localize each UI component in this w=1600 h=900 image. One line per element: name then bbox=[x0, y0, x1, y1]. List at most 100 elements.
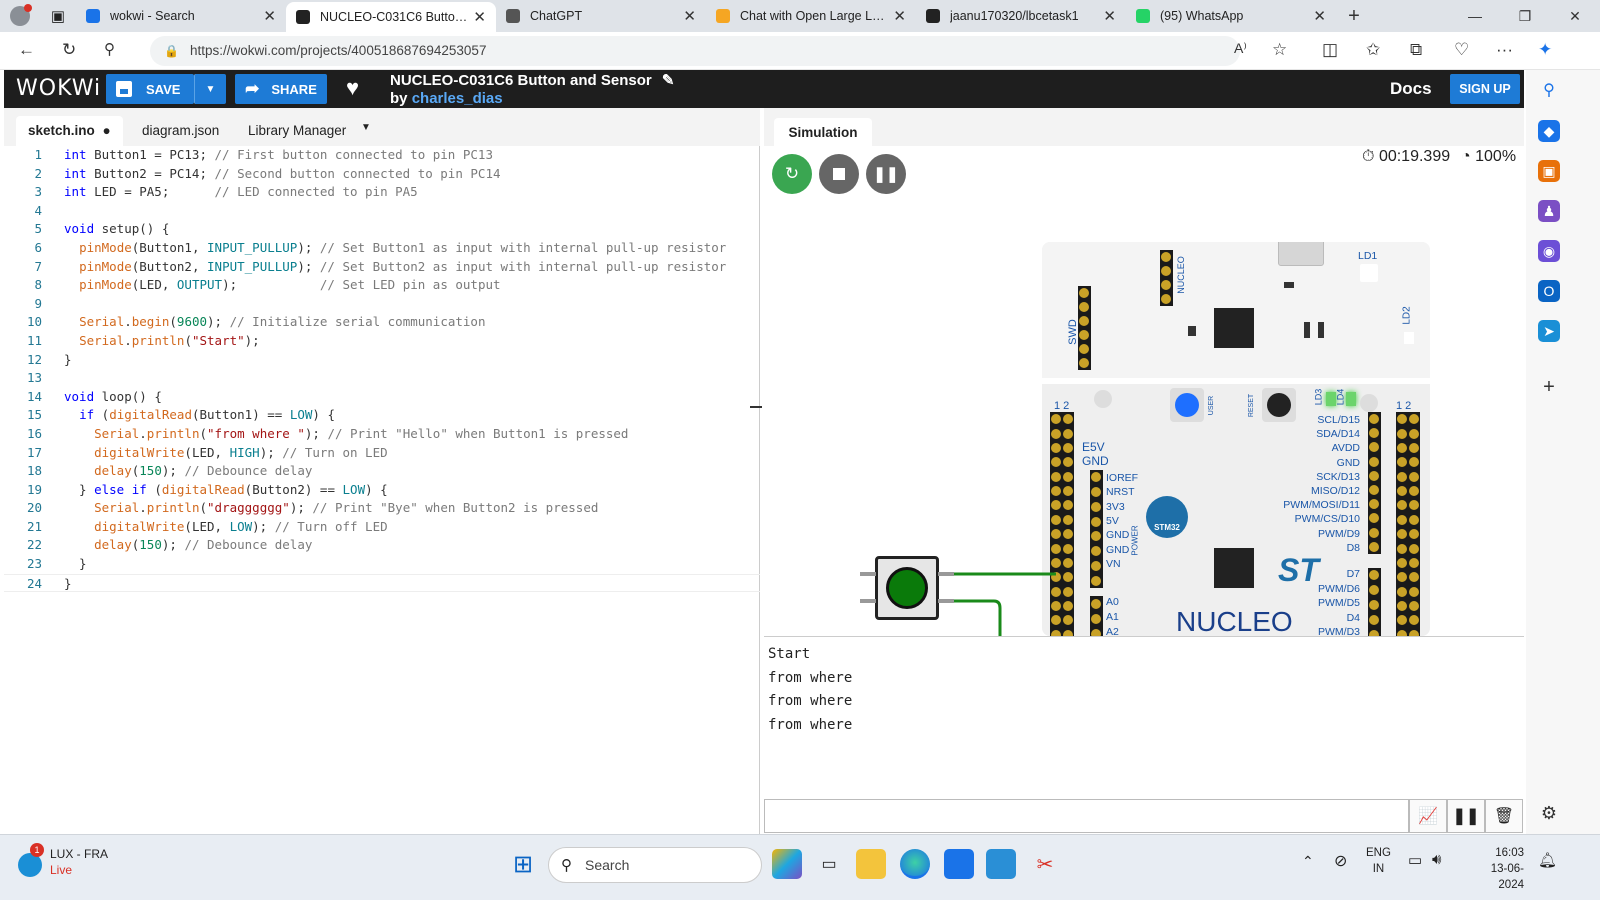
code-line[interactable]: 7 pinMode(Button2, INPUT_PULLUP); // Set… bbox=[4, 258, 760, 277]
read-aloud-icon[interactable]: A⁾ bbox=[1234, 40, 1247, 57]
user-button[interactable] bbox=[1170, 388, 1204, 422]
code-line[interactable]: 6 pinMode(Button1, INPUT_PULLUP); // Set… bbox=[4, 239, 760, 258]
copilot-icon[interactable]: ✦ bbox=[1538, 40, 1552, 60]
close-tab-icon[interactable]: ✕ bbox=[683, 7, 696, 25]
serial-clear-button[interactable]: 🗑 bbox=[1485, 799, 1523, 833]
code-line[interactable]: 9 bbox=[4, 295, 760, 314]
split-screen-icon[interactable]: ◫ bbox=[1322, 40, 1338, 60]
favorites-icon[interactable]: ✩ bbox=[1366, 40, 1380, 60]
close-tab-icon[interactable]: ✕ bbox=[263, 7, 276, 25]
restore-icon[interactable]: ❐ bbox=[1500, 8, 1550, 25]
file-explorer-icon[interactable] bbox=[856, 849, 886, 879]
author-link[interactable]: charles_dias bbox=[412, 90, 503, 107]
minimize-icon[interactable]: — bbox=[1450, 8, 1500, 24]
code-line[interactable]: 2 int Button2 = PC14; // Second button co… bbox=[4, 165, 760, 184]
pause-button[interactable]: ❚❚ bbox=[866, 154, 906, 194]
heart-icon[interactable]: ♥ bbox=[346, 75, 359, 101]
sidebar-office-icon[interactable]: ◉ bbox=[1538, 240, 1560, 262]
copilot-taskbar-icon[interactable] bbox=[772, 849, 802, 879]
browser-tab[interactable]: jaanu170320/lbcetask1 ✕ bbox=[916, 0, 1126, 32]
sidebar-send-icon[interactable]: ➤ bbox=[1538, 320, 1560, 342]
collections-icon[interactable]: ⧉ bbox=[1410, 40, 1422, 60]
snipping-tool-icon[interactable]: ✂ bbox=[1030, 849, 1060, 879]
notification-bell-icon[interactable]: 🔔︎ bbox=[1538, 851, 1557, 869]
close-tab-icon[interactable]: ✕ bbox=[893, 7, 906, 25]
sidebar-outlook-icon[interactable]: O bbox=[1538, 280, 1560, 302]
nucleo-board[interactable]: LD1 LD2 SWD NUCLEO USER RESET LD3 LD4 1 … bbox=[1042, 242, 1430, 636]
code-line[interactable]: 11 Serial.println("Start"); bbox=[4, 332, 760, 351]
store-icon[interactable] bbox=[944, 849, 974, 879]
sidebar-shopping-icon[interactable]: ◆ bbox=[1538, 120, 1560, 142]
start-button[interactable]: ⊞ bbox=[508, 849, 538, 879]
close-tab-icon[interactable]: ✕ bbox=[473, 8, 486, 26]
editor-tabs-dropdown-icon[interactable]: ▼ bbox=[361, 122, 371, 133]
notepad-icon[interactable] bbox=[986, 849, 1016, 879]
back-icon[interactable]: ← bbox=[18, 40, 35, 60]
code-line[interactable]: 5 void setup() { bbox=[4, 220, 760, 239]
sidebar-settings-icon[interactable]: ⚙ bbox=[1538, 802, 1560, 824]
share-button[interactable]: ➦ SHARE bbox=[235, 74, 327, 104]
tab-actions-icon[interactable]: ▣ bbox=[40, 7, 76, 25]
save-button[interactable]: SAVE bbox=[106, 74, 194, 104]
taskbar-search[interactable]: ⚲ Search bbox=[548, 847, 762, 883]
pushbutton-cap[interactable] bbox=[886, 567, 928, 609]
close-window-icon[interactable]: ✕ bbox=[1550, 8, 1600, 25]
signup-button[interactable]: SIGN UP bbox=[1450, 74, 1520, 104]
tray-chevron-icon[interactable]: ⌃ bbox=[1302, 853, 1314, 870]
sidebar-add-icon[interactable]: + bbox=[1538, 376, 1560, 398]
network-off-icon[interactable]: ⊘ bbox=[1334, 851, 1347, 871]
tab-simulation[interactable]: Simulation bbox=[774, 118, 872, 148]
code-line[interactable]: 15 if (digitalRead(Button1) == LOW) { bbox=[4, 406, 760, 425]
display-icon[interactable]: ▭ bbox=[1408, 851, 1422, 869]
browser-tab[interactable]: Chat with Open Large Language Models✕ bbox=[706, 0, 916, 32]
edit-pencil-icon[interactable]: ✎ bbox=[662, 72, 675, 89]
save-dropdown-button[interactable]: ▼ bbox=[194, 74, 226, 104]
serial-pause-button[interactable]: ❚❚ bbox=[1447, 799, 1485, 833]
code-line[interactable]: 1 int Button1 = PC13; // First button con… bbox=[4, 146, 760, 165]
wokwi-logo[interactable]: WOKWi bbox=[16, 76, 101, 101]
code-line[interactable]: 14 void loop() { bbox=[4, 388, 760, 407]
browser-tab[interactable]: (95) WhatsApp ✕ bbox=[1126, 0, 1336, 32]
code-line[interactable]: 4 bbox=[4, 202, 760, 221]
code-line[interactable]: 8 pinMode(LED, OUTPUT); // Set LED pin a… bbox=[4, 276, 760, 295]
edge-taskbar-icon[interactable] bbox=[900, 849, 930, 879]
code-line[interactable]: 24} bbox=[4, 573, 760, 593]
tab-library-manager[interactable]: Library Manager bbox=[236, 116, 358, 146]
new-tab-button[interactable]: + bbox=[1336, 5, 1372, 28]
sidebar-games-icon[interactable]: ♟ bbox=[1538, 200, 1560, 222]
code-line[interactable]: 18 delay(150); // Debounce delay bbox=[4, 462, 760, 481]
more-menu-icon[interactable]: ··· bbox=[1496, 40, 1513, 60]
browser-essentials-icon[interactable]: ♡ bbox=[1454, 40, 1469, 60]
search-icon[interactable]: ⚲ bbox=[104, 40, 115, 58]
plotter-button[interactable]: 📈 bbox=[1409, 799, 1447, 833]
language-indicator[interactable]: ENG IN bbox=[1366, 845, 1391, 877]
close-tab-icon[interactable]: ✕ bbox=[1313, 7, 1326, 25]
reset-button[interactable] bbox=[1262, 388, 1296, 422]
code-line[interactable]: 12} bbox=[4, 351, 760, 370]
pushbutton[interactable] bbox=[875, 556, 939, 620]
docs-link[interactable]: Docs bbox=[1390, 79, 1432, 99]
code-line[interactable]: 19 } else if (digitalRead(Button2) == LO… bbox=[4, 481, 760, 500]
code-line[interactable]: 21 digitalWrite(LED, LOW); // Turn off L… bbox=[4, 518, 760, 537]
favorite-star-icon[interactable]: ☆ bbox=[1272, 40, 1287, 60]
sidebar-search-icon[interactable]: ⚲ bbox=[1538, 80, 1560, 102]
close-tab-icon[interactable]: ✕ bbox=[1103, 7, 1116, 25]
code-line[interactable]: 13 bbox=[4, 369, 760, 388]
tab-diagram-json[interactable]: diagram.json bbox=[130, 116, 231, 146]
code-line[interactable]: 20 Serial.println("dragggggg"); // Print… bbox=[4, 499, 760, 518]
task-view-icon[interactable]: ▭ bbox=[814, 849, 844, 879]
code-line[interactable]: 17 digitalWrite(LED, HIGH); // Turn on L… bbox=[4, 444, 760, 463]
browser-tab[interactable]: wokwi - Search ✕ bbox=[76, 0, 286, 32]
code-line[interactable]: 23 } bbox=[4, 555, 760, 574]
browser-tab[interactable]: ChatGPT ✕ bbox=[496, 0, 706, 32]
clock[interactable]: 16:03 13-06-2024 bbox=[1468, 845, 1524, 893]
sidebar-tools-icon[interactable]: ▣ bbox=[1538, 160, 1560, 182]
code-line[interactable]: 10 Serial.begin(9600); // Initialize ser… bbox=[4, 313, 760, 332]
profile-avatar[interactable] bbox=[0, 0, 40, 32]
code-line[interactable]: 3 int LED = PA5; // LED connected to pin … bbox=[4, 183, 760, 202]
serial-input[interactable] bbox=[764, 799, 1409, 833]
refresh-icon[interactable]: ↻ bbox=[62, 40, 76, 60]
url-field[interactable]: 🔒 https://wokwi.com/projects/40051868769… bbox=[150, 36, 1240, 66]
weather-widget[interactable]: 1 LUX - FRA Live bbox=[16, 843, 136, 887]
tab-sketch-ino[interactable]: sketch.ino ● bbox=[16, 116, 123, 146]
